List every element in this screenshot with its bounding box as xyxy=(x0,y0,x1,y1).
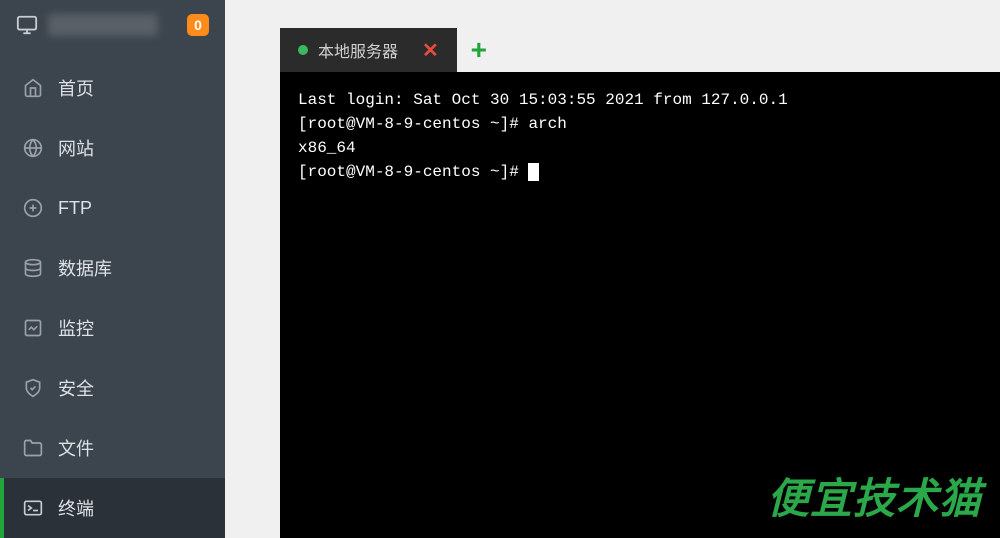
chart-icon xyxy=(22,318,44,338)
ftp-icon xyxy=(22,198,44,218)
terminal-line: x86_64 xyxy=(298,139,356,157)
sidebar: 0 首页 网站 FTP xyxy=(0,0,225,538)
status-dot-icon xyxy=(298,45,308,55)
notification-badge[interactable]: 0 xyxy=(187,14,209,36)
main-content: 本地服务器 ✕ + Last login: Sat Oct 30 15:03:5… xyxy=(225,0,1000,538)
sidebar-item-home[interactable]: 首页 xyxy=(0,58,225,118)
sidebar-item-website[interactable]: 网站 xyxy=(0,118,225,178)
tab-bar: 本地服务器 ✕ + xyxy=(280,28,1000,72)
sidebar-header: 0 xyxy=(0,0,225,50)
sidebar-item-monitor[interactable]: 监控 xyxy=(0,298,225,358)
sidebar-item-label: 安全 xyxy=(58,375,94,401)
sidebar-item-label: 数据库 xyxy=(58,255,112,281)
sidebar-item-label: 文件 xyxy=(58,435,94,461)
sidebar-item-files[interactable]: 文件 xyxy=(0,418,225,478)
globe-icon xyxy=(22,138,44,158)
sidebar-item-ftp[interactable]: FTP xyxy=(0,178,225,238)
folder-icon xyxy=(22,438,44,458)
sidebar-item-label: 网站 xyxy=(58,135,94,161)
tab-local-server[interactable]: 本地服务器 ✕ xyxy=(280,28,457,72)
close-icon[interactable]: ✕ xyxy=(422,38,439,63)
sidebar-nav: 首页 网站 FTP 数据库 xyxy=(0,50,225,538)
sidebar-item-label: 首页 xyxy=(58,75,94,101)
terminal-output[interactable]: Last login: Sat Oct 30 15:03:55 2021 fro… xyxy=(280,72,1000,538)
sidebar-item-label: 监控 xyxy=(58,315,94,341)
terminal-line: [root@VM-8-9-centos ~]# arch xyxy=(298,115,567,133)
sidebar-item-security[interactable]: 安全 xyxy=(0,358,225,418)
terminal-line: Last login: Sat Oct 30 15:03:55 2021 fro… xyxy=(298,91,788,109)
terminal-cursor xyxy=(528,163,539,181)
shield-icon xyxy=(22,378,44,398)
home-icon xyxy=(22,78,44,98)
monitor-icon xyxy=(16,14,38,36)
database-icon xyxy=(22,258,44,278)
sidebar-item-label: FTP xyxy=(58,198,92,219)
sidebar-item-label: 终端 xyxy=(58,495,94,521)
header-title-blurred xyxy=(48,14,158,36)
sidebar-item-database[interactable]: 数据库 xyxy=(0,238,225,298)
terminal-icon xyxy=(22,498,44,518)
tab-label: 本地服务器 xyxy=(318,38,398,62)
sidebar-item-terminal[interactable]: 终端 xyxy=(0,478,225,538)
terminal-prompt: [root@VM-8-9-centos ~]# xyxy=(298,163,528,181)
add-tab-button[interactable]: + xyxy=(457,28,501,72)
